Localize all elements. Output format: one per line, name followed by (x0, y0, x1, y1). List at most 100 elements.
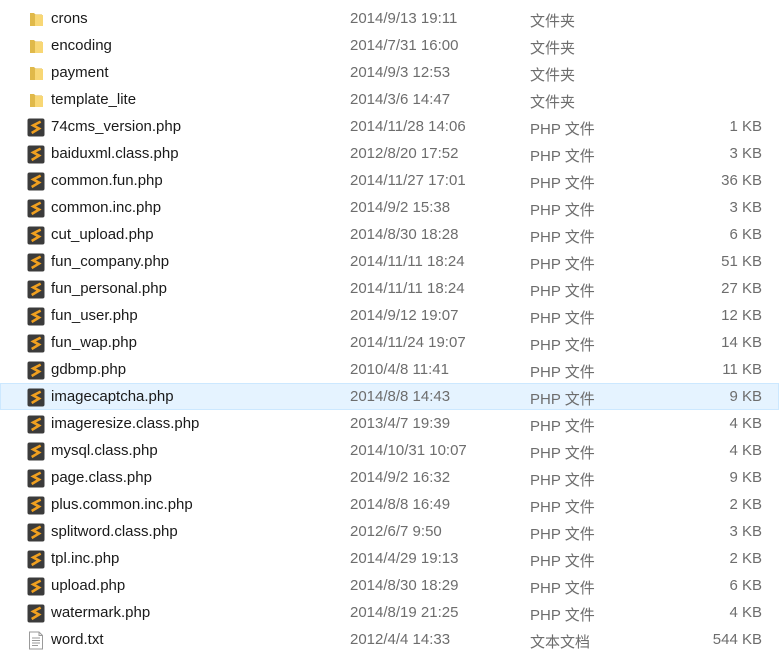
file-row[interactable]: baiduxml.class.php 2012/8/20 17:52 PHP 文… (0, 140, 779, 167)
file-row[interactable]: template_lite 2014/3/6 14:47 文件夹 (0, 86, 779, 113)
file-date-modified: 2014/8/30 18:28 (350, 226, 459, 243)
file-row[interactable]: 74cms_version.php 2014/11/28 14:06 PHP 文… (0, 113, 779, 140)
file-row[interactable]: mysql.class.php 2014/10/31 10:07 PHP 文件 … (0, 437, 779, 464)
file-row[interactable]: crons 2014/9/13 19:11 文件夹 (0, 5, 779, 32)
file-date-modified: 2014/8/8 16:49 (350, 496, 451, 513)
file-row[interactable]: page.class.php 2014/9/2 16:32 PHP 文件 9 K… (0, 464, 779, 491)
file-date-modified: 2014/9/13 19:11 (350, 10, 458, 27)
file-size: 1 KB (729, 118, 762, 135)
file-name: word.txt (51, 631, 104, 648)
file-size: 4 KB (729, 604, 762, 621)
php-file-icon (27, 199, 45, 218)
file-date-modified: 2014/9/2 16:32 (350, 469, 451, 486)
file-type: PHP 文件 (530, 256, 595, 273)
file-size: 27 KB (721, 280, 762, 297)
file-size: 11 KB (722, 361, 762, 378)
file-type: PHP 文件 (530, 445, 595, 462)
file-type: PHP 文件 (530, 472, 595, 489)
php-file-icon (27, 523, 45, 542)
file-row[interactable]: encoding 2014/7/31 16:00 文件夹 (0, 32, 779, 59)
text-file-icon (27, 631, 45, 650)
file-size: 6 KB (729, 226, 762, 243)
file-row[interactable]: common.inc.php 2014/9/2 15:38 PHP 文件 3 K… (0, 194, 779, 221)
file-row[interactable]: fun_company.php 2014/11/11 18:24 PHP 文件 … (0, 248, 779, 275)
file-type: PHP 文件 (530, 337, 595, 354)
file-row[interactable]: payment 2014/9/3 12:53 文件夹 (0, 59, 779, 86)
file-name: payment (51, 64, 109, 81)
file-name: mysql.class.php (51, 442, 158, 459)
file-date-modified: 2014/9/12 19:07 (350, 307, 459, 324)
file-row[interactable]: fun_personal.php 2014/11/11 18:24 PHP 文件… (0, 275, 779, 302)
folder-icon (27, 64, 45, 83)
file-row[interactable]: tpl.inc.php 2014/4/29 19:13 PHP 文件 2 KB (0, 545, 779, 572)
file-type: PHP 文件 (530, 148, 595, 165)
file-row[interactable]: upload.php 2014/8/30 18:29 PHP 文件 6 KB (0, 572, 779, 599)
file-row[interactable]: plus.common.inc.php 2014/8/8 16:49 PHP 文… (0, 491, 779, 518)
php-file-icon (27, 577, 45, 596)
file-type: 文件夹 (530, 94, 576, 111)
file-size: 14 KB (721, 334, 762, 351)
file-type: PHP 文件 (530, 607, 595, 624)
file-type: 文本文档 (530, 634, 591, 651)
file-row[interactable]: imagecaptcha.php 2014/8/8 14:43 PHP 文件 9… (0, 383, 779, 410)
file-size: 9 KB (729, 469, 762, 486)
file-size: 3 KB (729, 145, 762, 162)
file-size: 12 KB (721, 307, 762, 324)
file-name: cut_upload.php (51, 226, 154, 243)
php-file-icon (27, 307, 45, 326)
file-date-modified: 2014/9/2 15:38 (350, 199, 451, 216)
file-name: common.inc.php (51, 199, 162, 216)
file-name: watermark.php (51, 604, 151, 621)
file-row[interactable]: imageresize.class.php 2013/4/7 19:39 PHP… (0, 410, 779, 437)
file-size: 9 KB (729, 388, 762, 405)
file-row[interactable]: watermark.php 2014/8/19 21:25 PHP 文件 4 K… (0, 599, 779, 626)
php-file-icon (27, 361, 45, 380)
file-size: 544 KB (712, 631, 762, 648)
file-type: PHP 文件 (530, 175, 595, 192)
file-type: 文件夹 (530, 40, 576, 57)
file-date-modified: 2012/4/4 14:33 (350, 631, 451, 648)
folder-icon (27, 91, 45, 110)
file-row[interactable]: cut_upload.php 2014/8/30 18:28 PHP 文件 6 … (0, 221, 779, 248)
file-date-modified: 2014/4/29 19:13 (350, 550, 459, 567)
file-size: 3 KB (729, 199, 762, 216)
php-file-icon (27, 172, 45, 191)
file-row[interactable]: common.fun.php 2014/11/27 17:01 PHP 文件 3… (0, 167, 779, 194)
php-file-icon (27, 118, 45, 137)
file-name: fun_user.php (51, 307, 138, 324)
file-type: PHP 文件 (530, 526, 595, 543)
file-date-modified: 2014/11/28 14:06 (350, 118, 466, 135)
file-type: PHP 文件 (530, 499, 595, 516)
file-size: 2 KB (729, 496, 762, 513)
php-file-icon (27, 442, 45, 461)
file-name: fun_personal.php (51, 280, 167, 297)
php-file-icon (27, 334, 45, 353)
php-file-icon (27, 415, 45, 434)
file-name: gdbmp.php (51, 361, 127, 378)
file-name: template_lite (51, 91, 137, 108)
php-file-icon (27, 280, 45, 299)
file-row[interactable]: splitword.class.php 2012/6/7 9:50 PHP 文件… (0, 518, 779, 545)
folder-icon (27, 10, 45, 29)
file-row[interactable]: gdbmp.php 2010/4/8 11:41 PHP 文件 11 KB (0, 356, 779, 383)
php-file-icon (27, 604, 45, 623)
file-name: crons (51, 10, 88, 27)
file-row[interactable]: word.txt 2012/4/4 14:33 文本文档 544 KB (0, 626, 779, 653)
file-type: PHP 文件 (530, 553, 595, 570)
php-file-icon (27, 226, 45, 245)
file-type: PHP 文件 (530, 283, 595, 300)
php-file-icon (27, 388, 45, 407)
file-type: PHP 文件 (530, 121, 595, 138)
file-size: 4 KB (729, 415, 762, 432)
file-date-modified: 2014/11/27 17:01 (350, 172, 466, 189)
file-size: 4 KB (729, 442, 762, 459)
file-date-modified: 2013/4/7 19:39 (350, 415, 451, 432)
file-size: 3 KB (729, 523, 762, 540)
file-row[interactable]: fun_user.php 2014/9/12 19:07 PHP 文件 12 K… (0, 302, 779, 329)
file-type: PHP 文件 (530, 391, 595, 408)
file-row[interactable]: fun_wap.php 2014/11/24 19:07 PHP 文件 14 K… (0, 329, 779, 356)
file-date-modified: 2014/11/11 18:24 (350, 253, 465, 270)
file-type: 文件夹 (530, 67, 576, 84)
file-size: 2 KB (729, 550, 762, 567)
file-date-modified: 2012/8/20 17:52 (350, 145, 459, 162)
